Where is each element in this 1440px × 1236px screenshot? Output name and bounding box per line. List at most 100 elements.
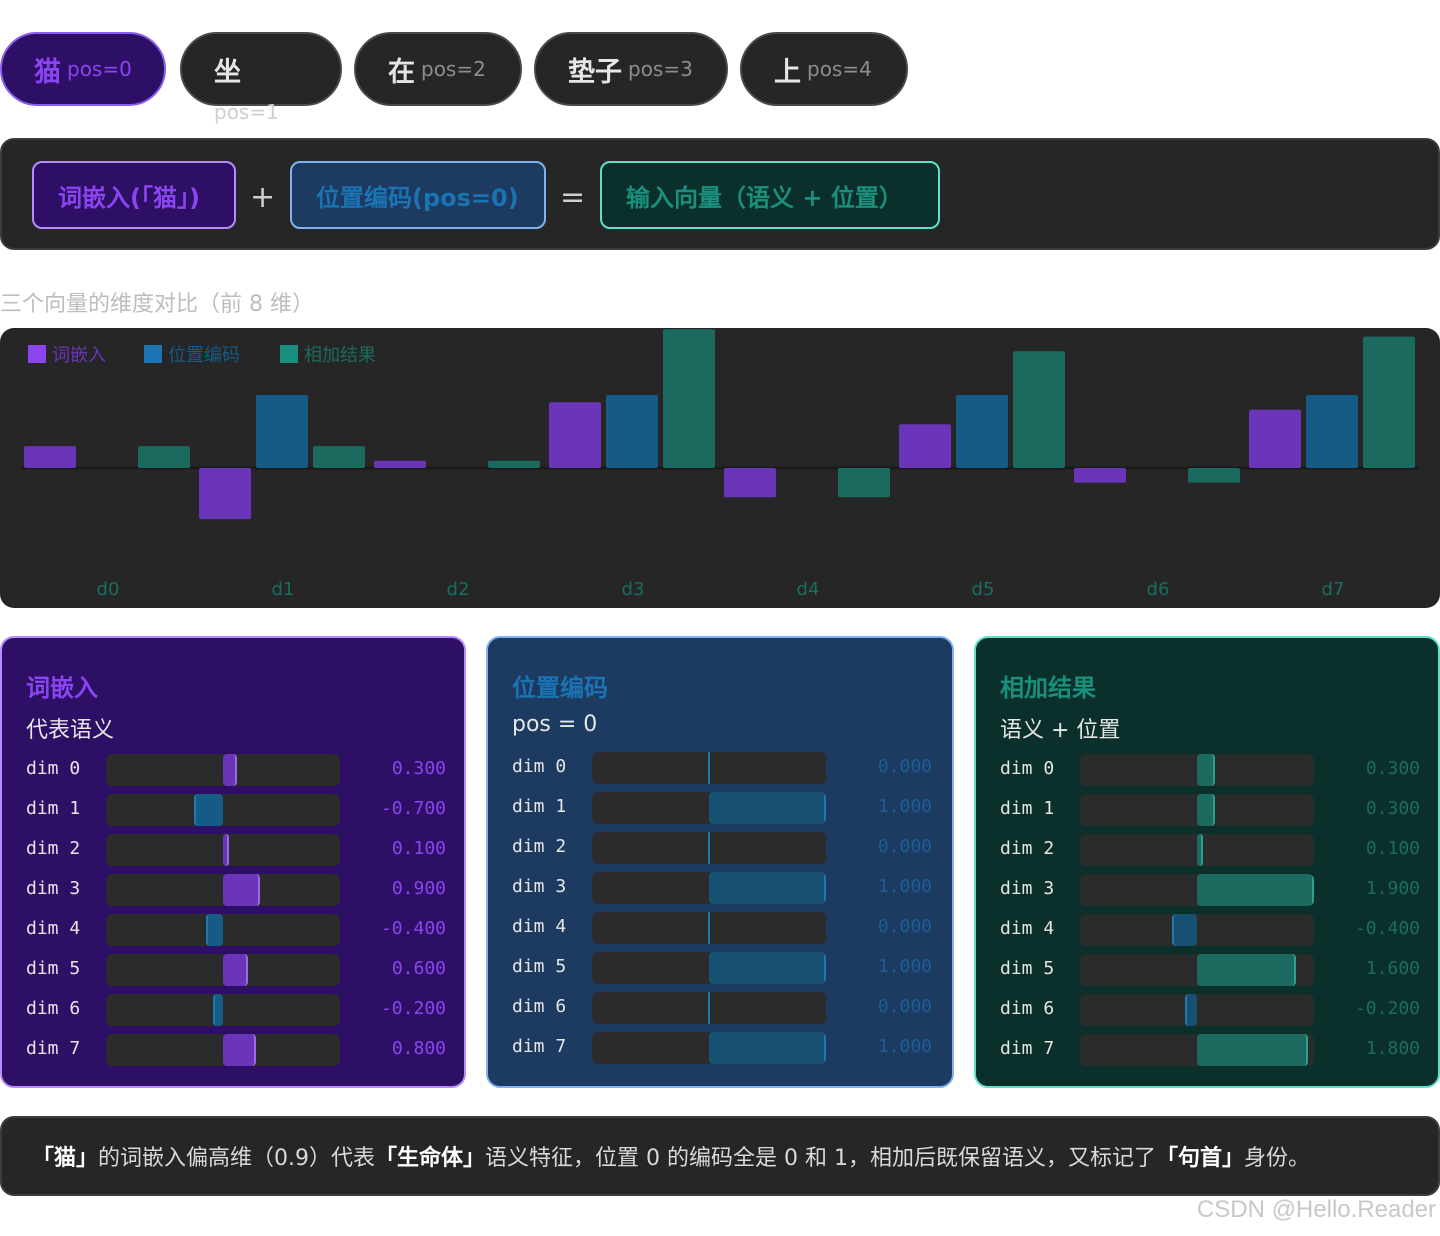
dimension-chart: d0 d1 d2 d3 d4 d5 d6 d7 词嵌入 位置编码 相加结果: [0, 328, 1440, 608]
value-bar-fill: [709, 952, 826, 984]
value-bar-fill: [1197, 754, 1216, 786]
summary-text: 语义特征，位置 0 的编码全是 0 和 1，相加后既保留语义，又标记了: [485, 1146, 1156, 1171]
value-bar-track: [592, 872, 826, 904]
dim-value: -0.400: [1354, 918, 1420, 939]
bar-d2-series-0: [374, 460, 426, 468]
value-bar-track: [592, 752, 826, 784]
dim-label: dim 2: [1000, 838, 1055, 859]
chart-caption: 三个向量的维度对比（前 8 维）: [0, 292, 314, 317]
value-bar-track: [106, 954, 340, 986]
value-bar-fill: [1197, 1034, 1308, 1066]
dim-label: dim 5: [512, 956, 567, 977]
x-tick-label: d6: [1147, 579, 1170, 600]
dim-row: dim 3 1.900: [1000, 874, 1420, 908]
value-bar-fill: [193, 794, 223, 826]
token-pill-0[interactable]: 猫 pos=0: [0, 32, 166, 106]
dim-value: 0.600: [391, 958, 446, 979]
legend-swatch: [28, 345, 46, 363]
bar-d0-series-2: [138, 446, 190, 468]
dim-label: dim 0: [1000, 758, 1055, 779]
dim-value: 1.900: [1365, 878, 1420, 899]
card-subtitle: 代表语义: [26, 718, 115, 743]
value-bar-track: [1080, 794, 1314, 826]
dim-label: dim 5: [1000, 958, 1055, 979]
dim-label: dim 4: [1000, 918, 1055, 939]
value-bar-fill: [223, 954, 249, 986]
sum-result-card: 相加结果 语义 + 位置 dim 0 0.300 dim 1 0.300 dim 2 0.…: [974, 636, 1440, 1088]
token-char: 垫子: [568, 56, 622, 88]
value-bar-fill: [708, 992, 710, 1024]
value-bar-track: [592, 1032, 826, 1064]
legend-swatch: [144, 345, 162, 363]
x-tick-label: d3: [622, 579, 645, 600]
token-pill-4[interactable]: 上 pos=4: [740, 32, 908, 106]
value-bar-track: [106, 834, 340, 866]
dim-row: dim 0 0.300: [26, 754, 446, 788]
value-bar-fill: [1197, 794, 1216, 826]
x-tick-label: d5: [972, 579, 995, 600]
token-pos: pos=0: [67, 57, 132, 81]
bar-d1-series-1: [256, 395, 308, 468]
legend-label: 相加结果: [304, 345, 376, 366]
dim-value: 0.100: [391, 838, 446, 859]
card-title: 词嵌入: [26, 674, 98, 702]
dim-label: dim 1: [26, 798, 81, 819]
value-bar-fill: [708, 832, 710, 864]
value-bar-track: [1080, 834, 1314, 866]
token-char: 猫: [34, 56, 61, 88]
legend-swatch: [280, 345, 298, 363]
value-bar-fill: [1197, 874, 1314, 906]
dim-value: 1.000: [877, 876, 932, 897]
dim-row: dim 6 -0.200: [1000, 994, 1420, 1028]
token-pill-2[interactable]: 在 pos=2: [354, 32, 522, 106]
value-bar-track: [106, 914, 340, 946]
token-pos: pos=1: [214, 100, 279, 124]
value-bar-fill: [709, 872, 826, 904]
dim-row: dim 7 0.800: [26, 1034, 446, 1068]
bar-d7-series-0: [1249, 409, 1301, 468]
summary-note: 「猫」的词嵌入偏高维（0.9）代表「生命体」语义特征，位置 0 的编码全是 0 …: [0, 1116, 1440, 1196]
value-bar-fill: [205, 914, 223, 946]
dim-row: dim 3 1.000: [512, 872, 932, 906]
token-char: 在: [388, 56, 415, 88]
embedding-formula: 词嵌入(「猫」) + 位置编码(pos=0) = 输入向量（语义 + 位置）: [0, 138, 1440, 250]
dim-row: dim 6 -0.200: [26, 994, 446, 1028]
dim-label: dim 3: [26, 878, 81, 899]
dim-row: dim 1 1.000: [512, 792, 932, 826]
token-pill-3[interactable]: 垫子 pos=3: [534, 32, 728, 106]
bar-d6-series-2: [1188, 468, 1240, 483]
bar-d7-series-2: [1363, 336, 1415, 468]
value-bar-fill: [1172, 914, 1197, 946]
value-bar-fill: [709, 792, 826, 824]
dim-value: 0.000: [877, 756, 932, 777]
dim-row: dim 2 0.100: [1000, 834, 1420, 868]
equals-sign: =: [560, 180, 586, 215]
token-pill-1[interactable]: 坐 pos=1: [180, 32, 342, 124]
bar-d7-series-1: [1306, 395, 1358, 468]
bar-d3-series-2: [663, 329, 715, 468]
value-bar-track: [106, 794, 340, 826]
x-tick-label: d1: [272, 579, 295, 600]
value-bar-track: [1080, 994, 1314, 1026]
dim-row: dim 5 0.600: [26, 954, 446, 988]
dim-row: dim 7 1.800: [1000, 1034, 1420, 1068]
dim-label: dim 6: [1000, 998, 1055, 1019]
summary-text: 身份。: [1244, 1146, 1311, 1171]
dim-value: -0.700: [380, 798, 446, 819]
word-embedding-box: 词嵌入(「猫」): [32, 161, 236, 229]
value-bar-fill: [709, 1032, 826, 1064]
dim-label: dim 1: [512, 796, 567, 817]
dim-value: 1.000: [877, 796, 932, 817]
dim-row: dim 3 0.900: [26, 874, 446, 908]
value-bar-fill: [223, 1034, 256, 1066]
value-bar-fill: [223, 834, 229, 866]
value-bar-track: [106, 754, 340, 786]
legend-label: 词嵌入: [52, 345, 106, 366]
bar-d3-series-1: [606, 395, 658, 468]
value-bar-fill: [1197, 954, 1296, 986]
dim-row: dim 4 0.000: [512, 912, 932, 946]
dim-value: 0.900: [391, 878, 446, 899]
bar-d2-series-2: [488, 460, 540, 468]
value-bar-track: [592, 952, 826, 984]
bar-d4-series-2: [838, 468, 890, 498]
